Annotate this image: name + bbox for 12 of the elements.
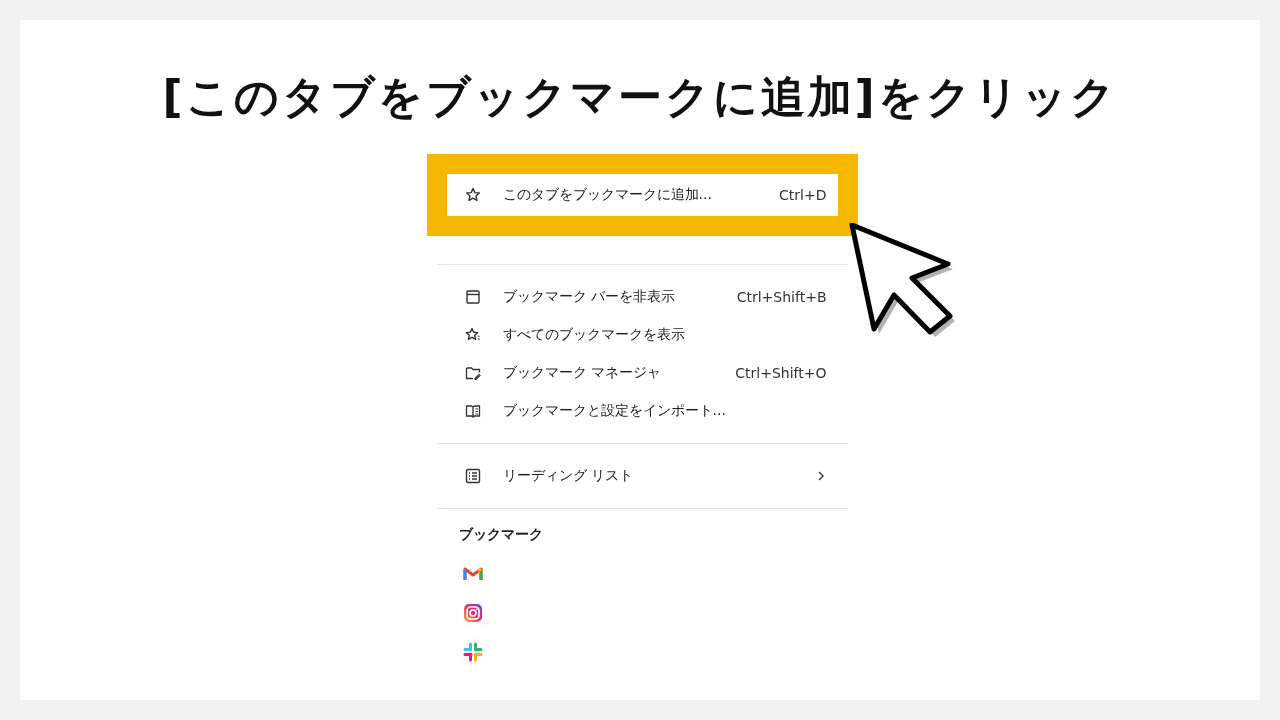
section-heading: ブックマーク [457, 525, 544, 544]
camera-icon[interactable] [462, 603, 483, 623]
folder-icon [464, 365, 481, 381]
list-icon [464, 468, 481, 484]
menu-item[interactable]: このタブをブックマークに追加... Ctrl+D [446, 174, 838, 216]
slide-title: [このタブをブックマークに追加]をクリック [161, 70, 1119, 119]
window-icon [464, 289, 481, 305]
star-icon [464, 327, 481, 343]
hash-icon[interactable] [462, 642, 483, 662]
star-icon [464, 187, 481, 203]
cursor-arrow-icon [848, 223, 958, 338]
book-icon [464, 403, 481, 419]
